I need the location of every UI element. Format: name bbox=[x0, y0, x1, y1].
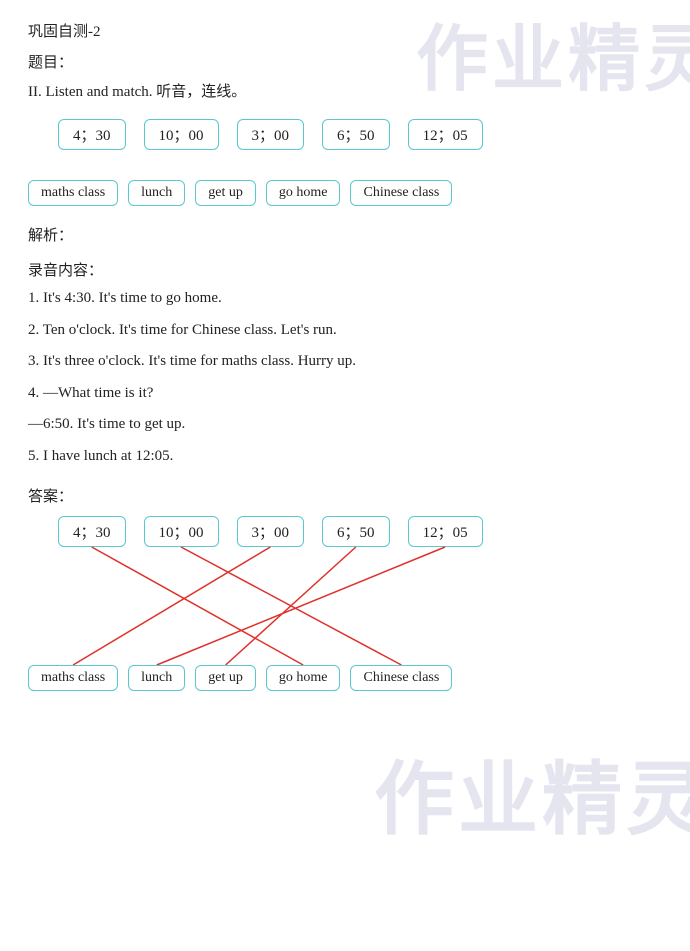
label-box-3: get up bbox=[195, 180, 256, 206]
recording-line-4: 4. —What time is it? bbox=[28, 381, 662, 407]
answer-section: 答案： 4；30 10；00 3；00 6；50 12；05 maths cla… bbox=[28, 485, 662, 691]
time-box-4: 6；50 bbox=[322, 119, 390, 150]
answer-label-3: go home bbox=[266, 665, 341, 691]
answer-time-1: 10；00 bbox=[144, 516, 219, 547]
recording-content: 1. It's 4:30. It's time to go home. 2. T… bbox=[28, 286, 662, 469]
recording-line-1: 1. It's 4:30. It's time to go home. bbox=[28, 286, 662, 312]
time-box-2: 10；00 bbox=[144, 119, 219, 150]
label-box-4: go home bbox=[266, 180, 341, 206]
time-box-1: 4；30 bbox=[58, 119, 126, 150]
recording-label: 录音内容： bbox=[28, 259, 662, 280]
answer-label-1: lunch bbox=[128, 665, 185, 691]
answer-time-3: 6；50 bbox=[322, 516, 390, 547]
label-box-5: Chinese class bbox=[350, 180, 452, 206]
answer-time-2: 3；00 bbox=[237, 516, 305, 547]
recording-line-3: 3. It's three o'clock. It's time for mat… bbox=[28, 349, 662, 375]
label-box-2: lunch bbox=[128, 180, 185, 206]
recording-line-5: —6:50. It's time to get up. bbox=[28, 412, 662, 438]
answer-time-4: 12；05 bbox=[408, 516, 483, 547]
label-box-1: maths class bbox=[28, 180, 118, 206]
analysis-label: 解析： bbox=[28, 224, 662, 245]
answer-diagram: 4；30 10；00 3；00 6；50 12；05 maths class l… bbox=[28, 516, 678, 691]
answer-label-2: get up bbox=[195, 665, 256, 691]
time-box-3: 3；00 bbox=[237, 119, 305, 150]
answer-label-0: maths class bbox=[28, 665, 118, 691]
answer-labels-row: maths class lunch get up go home Chinese… bbox=[28, 665, 452, 691]
page-title: 巩固自测-2 bbox=[28, 20, 662, 41]
watermark-bottom: 作业精灵 bbox=[374, 735, 690, 851]
instruction-text: II. Listen and match. 听音，连线。 bbox=[28, 80, 662, 101]
labels-row-question: maths class lunch get up go home Chinese… bbox=[28, 180, 662, 206]
answer-time-0: 4；30 bbox=[58, 516, 126, 547]
recording-line-6: 5. I have lunch at 12:05. bbox=[28, 444, 662, 470]
answer-label-4: Chinese class bbox=[350, 665, 452, 691]
answer-label: 答案： bbox=[28, 485, 662, 506]
recording-line-2: 2. Ten o'clock. It's time for Chinese cl… bbox=[28, 318, 662, 344]
time-box-5: 12；05 bbox=[408, 119, 483, 150]
answer-times-row: 4；30 10；00 3；00 6；50 12；05 bbox=[28, 516, 483, 547]
times-row-question: 4；30 10；00 3；00 6；50 12；05 bbox=[28, 119, 662, 150]
topic-label: 题目： bbox=[28, 51, 662, 72]
